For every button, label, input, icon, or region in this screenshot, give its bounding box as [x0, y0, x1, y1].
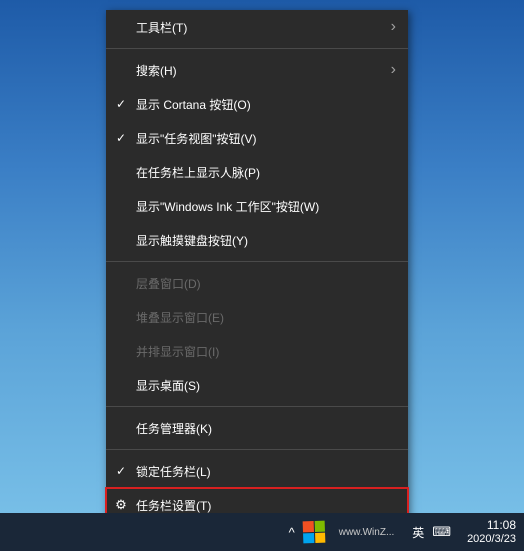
taskbar[interactable]: ^ www.WinZ... 英 ⌨ 11:08 2020/3/23	[0, 513, 524, 551]
menu-item[interactable]: 显示触摸键盘按钮(Y)	[106, 223, 408, 257]
menu-item-label: 显示"任务视图"按钮(V)	[136, 130, 376, 147]
menu-item-label: 任务管理器(K)	[136, 420, 376, 437]
menu-item[interactable]: ✓ 锁定任务栏(L)	[106, 454, 408, 488]
menu-separator	[106, 449, 408, 450]
tray-chevron-icon[interactable]: ^	[289, 525, 295, 540]
menu-item[interactable]: 显示"Windows Ink 工作区"按钮(W)	[106, 189, 408, 223]
checkmark-icon: ✓	[116, 97, 126, 111]
watermark-text: www.WinZ...	[339, 527, 395, 538]
clock-time: 11:08	[487, 518, 516, 532]
menu-item[interactable]: 任务管理器(K)	[106, 411, 408, 445]
checkmark-icon: ✓	[116, 464, 126, 478]
menu-item-label: 任务栏设置(T)	[136, 497, 376, 514]
menu-item-label: 层叠窗口(D)	[136, 275, 376, 292]
menu-item-label: 工具栏(T)	[136, 19, 376, 36]
menu-item-label: 堆叠显示窗口(E)	[136, 309, 376, 326]
ime-indicator[interactable]: 英	[412, 524, 424, 541]
menu-separator	[106, 261, 408, 262]
menu-item-label: 显示桌面(S)	[136, 377, 376, 394]
clock-date: 2020/3/23	[467, 533, 516, 546]
menu-item[interactable]: 显示桌面(S)	[106, 368, 408, 402]
chevron-right-icon: ›	[391, 18, 396, 36]
gear-icon: ⚙	[115, 497, 127, 513]
menu-item-label: 并排显示窗口(I)	[136, 343, 376, 360]
system-tray: ^ www.WinZ... 英 ⌨	[289, 521, 451, 543]
menu-item-label: 锁定任务栏(L)	[136, 463, 376, 480]
menu-item: 堆叠显示窗口(E)	[106, 300, 408, 334]
menu-item[interactable]: 在任务栏上显示人脉(P)	[106, 155, 408, 189]
menu-item-label: 显示 Cortana 按钮(O)	[136, 96, 376, 113]
taskbar-context-menu: 工具栏(T) › 搜索(H) › ✓ 显示 Cortana 按钮(O) ✓ 显示"任务视图"按…	[106, 10, 408, 522]
menu-item-label: 显示"Windows Ink 工作区"按钮(W)	[136, 198, 376, 215]
taskbar-clock[interactable]: 11:08 2020/3/23	[467, 518, 516, 546]
checkmark-icon: ✓	[116, 131, 126, 145]
keyboard-icon[interactable]: ⌨	[432, 524, 451, 540]
menu-item: 层叠窗口(D)	[106, 266, 408, 300]
menu-separator	[106, 48, 408, 49]
menu-item[interactable]: 工具栏(T) ›	[106, 10, 408, 44]
chevron-right-icon: ›	[391, 61, 396, 79]
menu-item: 并排显示窗口(I)	[106, 334, 408, 368]
menu-item-label: 在任务栏上显示人脉(P)	[136, 164, 376, 181]
menu-item-label: 搜索(H)	[136, 62, 376, 79]
menu-item[interactable]: 搜索(H) ›	[106, 53, 408, 87]
menu-item[interactable]: ✓ 显示"任务视图"按钮(V)	[106, 121, 408, 155]
menu-item-label: 显示触摸键盘按钮(Y)	[136, 232, 376, 249]
desktop: 工具栏(T) › 搜索(H) › ✓ 显示 Cortana 按钮(O) ✓ 显示"任务视图"按…	[0, 0, 524, 513]
menu-item[interactable]: ✓ 显示 Cortana 按钮(O)	[106, 87, 408, 121]
windows-logo-icon	[303, 521, 325, 543]
menu-separator	[106, 406, 408, 407]
